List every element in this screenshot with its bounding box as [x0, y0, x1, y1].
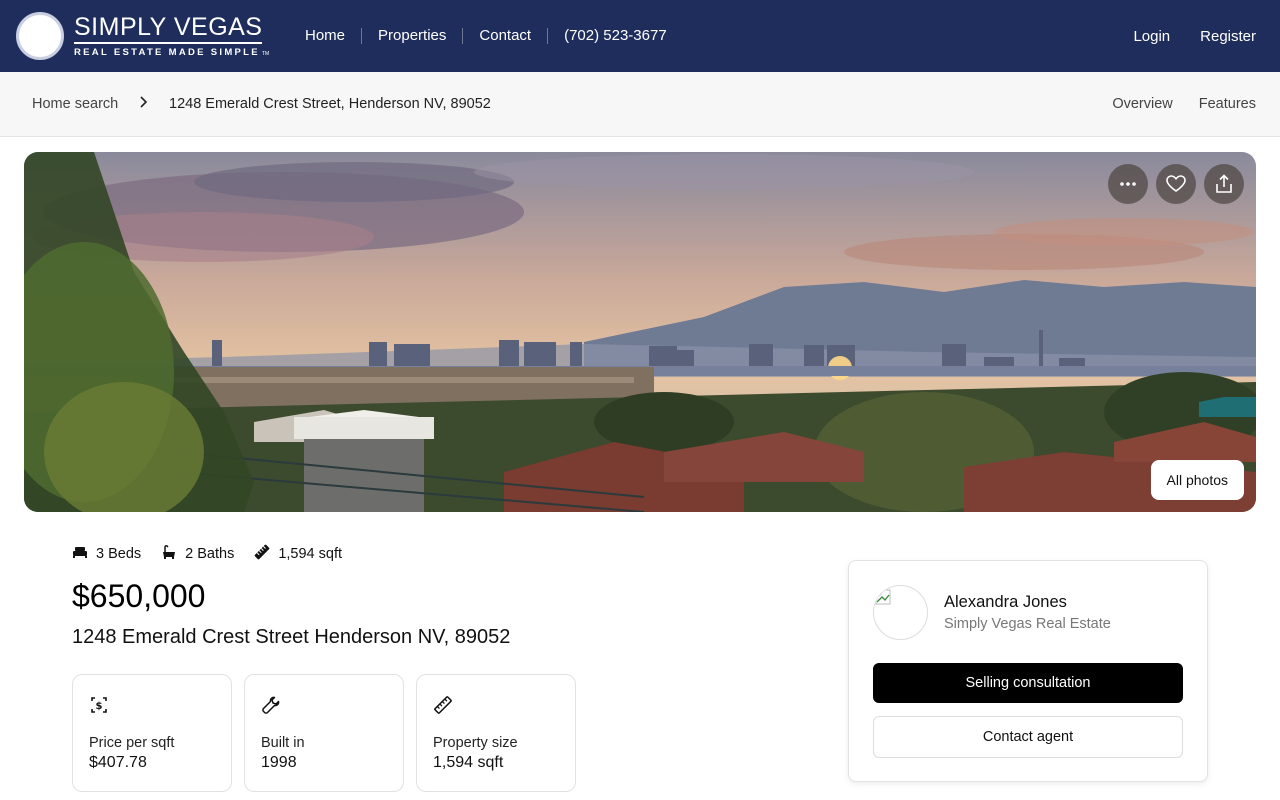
- breadcrumb-home-search[interactable]: Home search: [32, 96, 118, 112]
- stat-card-property-size: Property size 1,594 sqft: [416, 674, 576, 792]
- section-tabs: Overview Features: [1112, 96, 1256, 112]
- avatar: [873, 585, 928, 640]
- stat-label: Property size: [433, 735, 518, 751]
- register-link[interactable]: Register: [1200, 28, 1256, 45]
- breadcrumb-bar: Home search 1248 Emerald Crest Street, H…: [0, 72, 1280, 137]
- selling-consultation-button[interactable]: Selling consultation: [873, 663, 1183, 703]
- stat-value: 1998: [261, 754, 297, 771]
- price-tag-icon: $: [89, 695, 109, 720]
- brand-logo[interactable]: SIMPLY VEGAS REAL ESTATE MADE SIMPLE TM: [16, 12, 269, 60]
- nav-home-link[interactable]: Home: [289, 28, 361, 44]
- all-photos-button[interactable]: All photos: [1150, 460, 1244, 500]
- wrench-icon: [261, 695, 281, 720]
- svg-text:$: $: [96, 701, 103, 712]
- brand-tagline: REAL ESTATE MADE SIMPLE TM: [74, 47, 270, 58]
- stat-card-built-in: Built in 1998: [244, 674, 404, 792]
- broken-image-icon: [875, 589, 891, 605]
- share-icon: [1215, 174, 1233, 194]
- nav-contact-link[interactable]: Contact: [462, 28, 547, 44]
- login-link[interactable]: Login: [1133, 28, 1170, 45]
- stat-card-price-per-sqft: $ Price per sqft $407.78: [72, 674, 232, 792]
- agent-company: Simply Vegas Real Estate: [944, 616, 1111, 632]
- chevron-right-icon: [138, 95, 148, 113]
- sqft-label: 1,594 sqft: [278, 546, 343, 562]
- heart-icon: [1166, 175, 1186, 193]
- more-options-button[interactable]: [1108, 164, 1148, 204]
- ruler-icon: [254, 544, 278, 564]
- agent-card: Alexandra Jones Simply Vegas Real Estate…: [848, 560, 1208, 782]
- brand-name: SIMPLY VEGAS: [74, 14, 263, 44]
- stat-value: 1,594 sqft: [433, 754, 504, 771]
- nav-properties-link[interactable]: Properties: [361, 28, 462, 44]
- stat-label: Built in: [261, 735, 305, 751]
- stat-label: Price per sqft: [89, 735, 175, 751]
- contact-agent-button[interactable]: Contact agent: [873, 716, 1183, 758]
- hero-photo[interactable]: All photos: [24, 152, 1256, 512]
- bed-icon: [72, 545, 96, 563]
- bathtub-icon: [161, 544, 185, 564]
- breadcrumb-current: 1248 Emerald Crest Street, Henderson NV,…: [169, 96, 491, 112]
- sqft-fact: 1,594 sqft: [254, 544, 342, 564]
- listing-address: 1248 Emerald Crest Street Henderson NV, …: [72, 626, 511, 648]
- nav-phone-link[interactable]: (702) 523-3677: [547, 28, 683, 44]
- main-nav: Home Properties Contact (702) 523-3677: [289, 0, 683, 72]
- tab-features[interactable]: Features: [1199, 96, 1256, 112]
- share-button[interactable]: [1204, 164, 1244, 204]
- logo-wordmark: SIMPLY VEGAS REAL ESTATE MADE SIMPLE TM: [74, 14, 269, 58]
- tab-overview[interactable]: Overview: [1112, 96, 1172, 112]
- ruler-icon: [433, 695, 453, 720]
- listing-price: $650,000: [72, 578, 206, 614]
- top-navigation-bar: SIMPLY VEGAS REAL ESTATE MADE SIMPLE TM H…: [0, 0, 1280, 72]
- stat-value: $407.78: [89, 754, 147, 771]
- logo-emblem: [16, 12, 64, 60]
- more-horizontal-icon: [1119, 181, 1137, 187]
- stat-cards: $ Price per sqft $407.78 Built in 1998 P…: [72, 674, 576, 792]
- baths-label: 2 Baths: [185, 546, 235, 562]
- beds-label: 3 Beds: [96, 546, 142, 562]
- beds-fact: 3 Beds: [72, 545, 141, 563]
- favorite-button[interactable]: [1156, 164, 1196, 204]
- hero-image: [24, 152, 1256, 512]
- listing-facts: 3 Beds 2 Baths 1,594 sqft: [72, 544, 362, 564]
- auth-links: Login Register: [1133, 0, 1256, 72]
- agent-name: Alexandra Jones: [944, 593, 1067, 611]
- baths-fact: 2 Baths: [161, 544, 234, 564]
